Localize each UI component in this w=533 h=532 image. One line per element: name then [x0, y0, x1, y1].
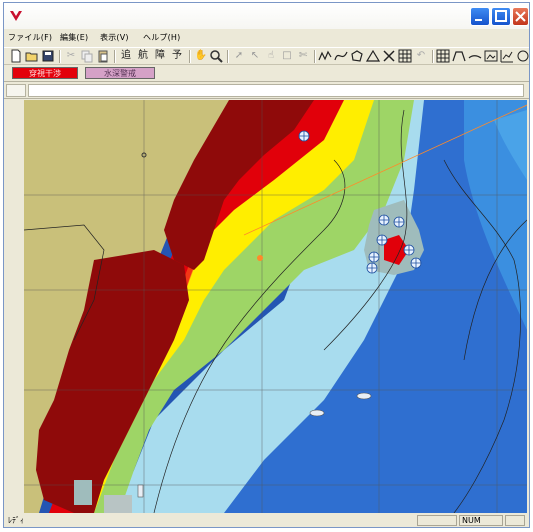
vessel-icon	[356, 392, 372, 400]
table-icon[interactable]	[436, 49, 450, 63]
depth-warning-layer-button[interactable]: 水深警戒	[85, 67, 155, 79]
rectangle-icon[interactable]: □	[280, 49, 294, 63]
cross-icon[interactable]	[382, 49, 396, 63]
vessel-icon	[309, 409, 325, 417]
status-bar: ﾚﾃﾞｨ NUM	[4, 514, 529, 527]
track-button[interactable]: 追	[119, 49, 133, 63]
pointer-hand-icon[interactable]: ☝	[264, 49, 278, 63]
menu-edit[interactable]: 編集(E)	[60, 32, 88, 43]
circle-tool-icon[interactable]	[516, 49, 530, 63]
toolbar: ✂ 追 航 障 予 ✋ ➚ ↖ ☝ □ ✄ ↶	[4, 47, 529, 65]
triangle-icon[interactable]	[365, 49, 381, 63]
polyline-icon[interactable]	[318, 49, 332, 63]
profile-icon[interactable]	[452, 49, 466, 63]
chart-icon[interactable]	[500, 49, 514, 63]
maximize-button[interactable]	[491, 7, 511, 26]
status-cell-scroll	[505, 515, 525, 526]
map-canvas[interactable]	[24, 100, 527, 513]
close-button[interactable]	[512, 7, 529, 26]
app-icon	[10, 11, 22, 21]
visibility-interference-layer-button[interactable]: 穿視干渉	[12, 67, 78, 79]
zoom-icon[interactable]	[209, 49, 223, 63]
command-input[interactable]	[28, 84, 524, 97]
waterline-icon[interactable]	[468, 49, 482, 63]
application-window: ファイル(F) 編集(E) 表示(V) ヘルプ(H) ✂ 追 航 障 予 ✋ ➚…	[3, 2, 530, 528]
cut-icon[interactable]: ✂	[64, 49, 78, 63]
status-cell-num: NUM	[459, 515, 503, 526]
copy-icon[interactable]	[80, 49, 94, 63]
forecast-button[interactable]: 予	[170, 49, 184, 63]
input-row	[4, 81, 529, 99]
layer-bar: 穿視干渉 水深警戒	[4, 65, 529, 81]
paste-icon[interactable]	[96, 49, 110, 63]
ship-position-marker	[257, 255, 263, 261]
delete-cut-icon[interactable]: ✄	[296, 49, 310, 63]
menu-bar: ファイル(F) 編集(E) 表示(V) ヘルプ(H)	[4, 29, 529, 47]
polygon-icon[interactable]	[350, 49, 364, 63]
menu-view[interactable]: 表示(V)	[100, 32, 129, 43]
status-text: ﾚﾃﾞｨ	[8, 516, 24, 525]
open-folder-icon[interactable]	[25, 49, 39, 63]
obstacle-button[interactable]: 障	[153, 49, 167, 63]
minimize-button[interactable]	[470, 7, 490, 26]
row-header-cell[interactable]	[6, 84, 26, 97]
vessel-icon	[137, 484, 144, 498]
menu-file[interactable]: ファイル(F)	[8, 32, 52, 43]
status-cell-caps	[417, 515, 457, 526]
grid-icon[interactable]	[398, 49, 412, 63]
image-icon[interactable]	[484, 49, 498, 63]
select-arrow-icon[interactable]: ➚	[232, 49, 246, 63]
pan-hand-icon[interactable]: ✋	[194, 49, 208, 63]
new-file-icon[interactable]	[9, 49, 23, 63]
navigation-button[interactable]: 航	[136, 49, 150, 63]
undo-icon[interactable]: ↶	[414, 49, 428, 63]
save-icon[interactable]	[41, 49, 55, 63]
point-arrow-icon[interactable]: ↖	[248, 49, 262, 63]
menu-help[interactable]: ヘルプ(H)	[143, 32, 180, 43]
title-bar[interactable]	[4, 3, 529, 29]
curve-icon[interactable]	[334, 49, 348, 63]
